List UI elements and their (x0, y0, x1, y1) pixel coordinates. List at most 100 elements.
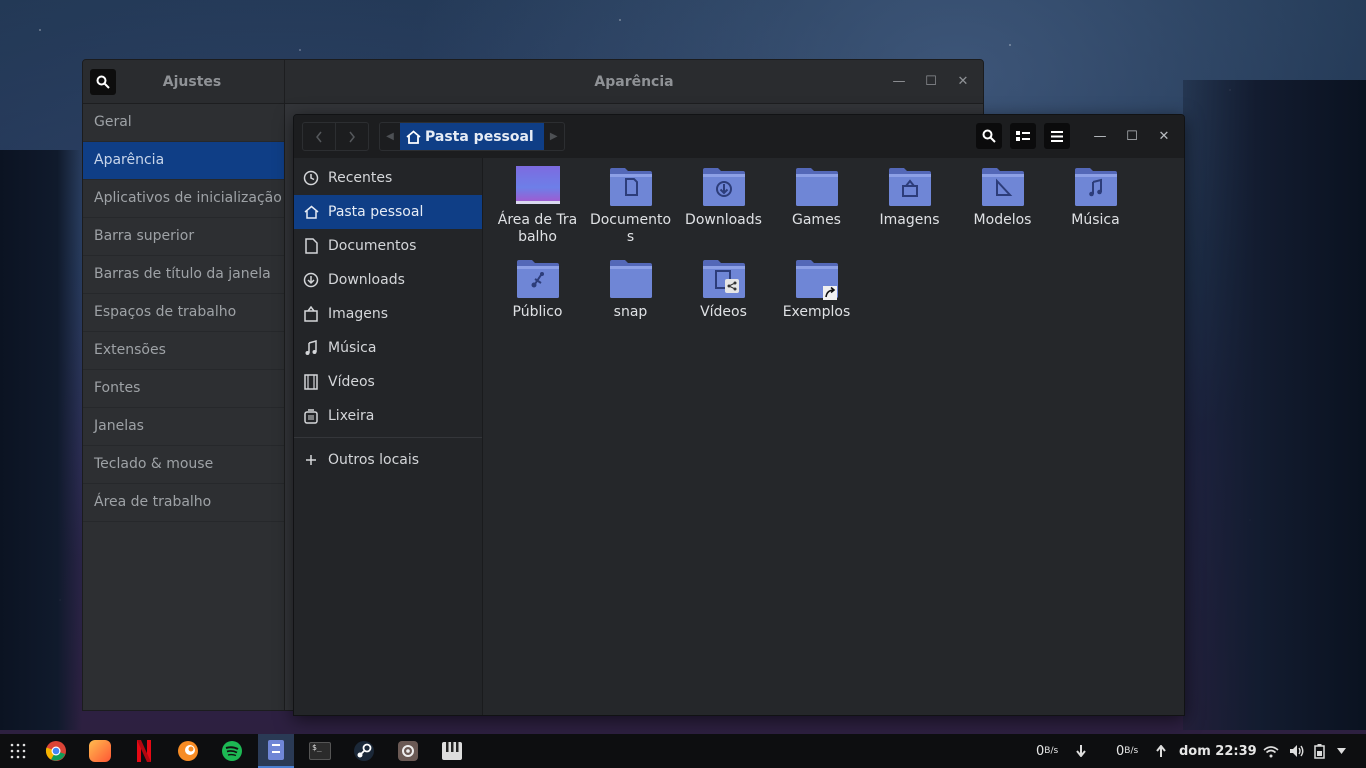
sidebar-item-recentes[interactable]: Recentes (294, 161, 482, 195)
sidebar-item-pasta-pessoal[interactable]: Pasta pessoal (294, 195, 482, 229)
system-tray[interactable] (1263, 734, 1346, 768)
search-icon (96, 75, 110, 89)
plus-icon (303, 452, 319, 468)
crunchyroll-launcher[interactable] (170, 734, 206, 768)
folder-item[interactable]: Games (770, 166, 863, 246)
settings-sidebar-title: Ajustes (162, 73, 222, 90)
settings-item-barra-superior[interactable]: Barra superior (83, 218, 284, 256)
settings-header: Ajustes Aparência — ☐ ✕ (83, 60, 983, 104)
netflix-launcher[interactable] (126, 734, 162, 768)
wifi-icon (1263, 745, 1279, 757)
terminal-launcher[interactable]: $_ (302, 734, 338, 768)
folder-icon (888, 168, 931, 206)
wallpaper-trees-right (1183, 80, 1366, 730)
spotify-icon (222, 741, 242, 761)
path-current[interactable]: Pasta pessoal (400, 123, 544, 150)
folder-name: Documentos (589, 212, 672, 245)
folder-name: Música (1071, 212, 1120, 228)
settings-item-area-trabalho[interactable]: Área de trabalho (83, 484, 284, 522)
minimize-button[interactable]: — (1084, 129, 1116, 144)
view-toggle-button[interactable] (1010, 123, 1036, 149)
close-button[interactable]: ✕ (947, 74, 979, 89)
net-down-indicator: 0 B/s (1036, 734, 1086, 768)
folder-icon (702, 260, 745, 298)
folder-name: Games (792, 212, 841, 228)
files-sidebar: Recentes Pasta pessoal Documentos Downlo… (294, 158, 483, 715)
image-icon (303, 306, 319, 322)
piano-icon (442, 742, 462, 760)
sidebar-item-lixeira[interactable]: Lixeira (294, 399, 482, 433)
path-left-arrow[interactable]: ◀ (380, 123, 400, 150)
folder-icon (795, 260, 838, 300)
settings-title: Aparência (594, 73, 674, 90)
gear-icon (398, 741, 418, 761)
folder-name: Área de Trabalho (497, 212, 578, 245)
settings-search-button[interactable] (90, 68, 116, 95)
files-launcher[interactable] (258, 734, 294, 768)
folder-name: snap (613, 304, 648, 320)
settings-item-aplicativos[interactable]: Aplicativos de inicialização (83, 180, 284, 218)
path-right-arrow[interactable]: ▶ (544, 123, 564, 150)
maximize-button[interactable]: ☐ (915, 74, 947, 89)
minimize-button[interactable]: — (883, 74, 915, 89)
folder-item[interactable]: Música (1049, 166, 1142, 246)
sidebar-separator (294, 437, 482, 438)
folder-icon (609, 260, 652, 298)
film-icon (303, 374, 319, 390)
folder-name: Exemplos (782, 304, 851, 320)
settings-item-aparencia[interactable]: Aparência (83, 142, 284, 180)
firefox-launcher[interactable] (82, 734, 118, 768)
sidebar-item-outros-locais[interactable]: Outros locais (294, 443, 482, 477)
sidebar-item-videos[interactable]: Vídeos (294, 365, 482, 399)
path-bar: ◀ Pasta pessoal ▶ (379, 122, 565, 151)
menu-button[interactable] (1044, 123, 1070, 149)
folder-item[interactable]: Área de Trabalho (491, 166, 584, 246)
sidebar-item-documentos[interactable]: Documentos (294, 229, 482, 263)
folder-name: Público (512, 304, 563, 320)
chrome-launcher[interactable] (38, 734, 74, 768)
sidebar-item-imagens[interactable]: Imagens (294, 297, 482, 331)
folder-name: Imagens (879, 212, 940, 228)
desktop-folder-icon (515, 166, 560, 204)
folder-item[interactable]: Documentos (584, 166, 677, 246)
settings-item-fontes[interactable]: Fontes (83, 370, 284, 408)
forward-button[interactable] (335, 123, 368, 150)
settings-item-barras-titulo[interactable]: Barras de título da janela (83, 256, 284, 294)
crunchyroll-icon (178, 741, 198, 761)
arrow-up-icon (1156, 745, 1166, 757)
chevron-right-icon (349, 131, 355, 142)
back-button[interactable] (303, 123, 335, 150)
hamburger-icon (1051, 130, 1063, 142)
steam-launcher[interactable] (346, 734, 382, 768)
folder-item[interactable]: Imagens (863, 166, 956, 246)
folder-item[interactable]: snap (584, 258, 677, 321)
settings-item-extensoes[interactable]: Extensões (83, 332, 284, 370)
settings-item-janelas[interactable]: Janelas (83, 408, 284, 446)
settings-launcher[interactable] (390, 734, 426, 768)
folder-item[interactable]: Público (491, 258, 584, 321)
maximize-button[interactable]: ☐ (1116, 129, 1148, 144)
folder-item[interactable]: Exemplos (770, 258, 863, 321)
search-icon (982, 129, 996, 143)
folder-icon (981, 168, 1024, 206)
settings-item-espacos[interactable]: Espaços de trabalho (83, 294, 284, 332)
spotify-launcher[interactable] (214, 734, 250, 768)
folder-item[interactable]: Modelos (956, 166, 1049, 246)
chrome-icon (45, 741, 66, 761)
folder-icon (609, 168, 652, 206)
settings-item-geral[interactable]: Geral (83, 104, 284, 142)
folder-name: Downloads (685, 212, 762, 228)
app-grid-button[interactable] (0, 734, 36, 768)
sidebar-item-musica[interactable]: Música (294, 331, 482, 365)
folder-item[interactable]: Vídeos (677, 258, 770, 321)
close-button[interactable]: ✕ (1148, 129, 1180, 144)
files-search-button[interactable] (976, 123, 1002, 149)
folder-item[interactable]: Downloads (677, 166, 770, 246)
settings-item-teclado[interactable]: Teclado & mouse (83, 446, 284, 484)
clock[interactable]: dom 22:39 (1179, 734, 1257, 768)
arrow-down-icon (1076, 745, 1086, 757)
keyboard-launcher[interactable] (434, 734, 470, 768)
battery-icon (1314, 744, 1325, 759)
file-cabinet-icon (268, 740, 284, 760)
sidebar-item-downloads[interactable]: Downloads (294, 263, 482, 297)
